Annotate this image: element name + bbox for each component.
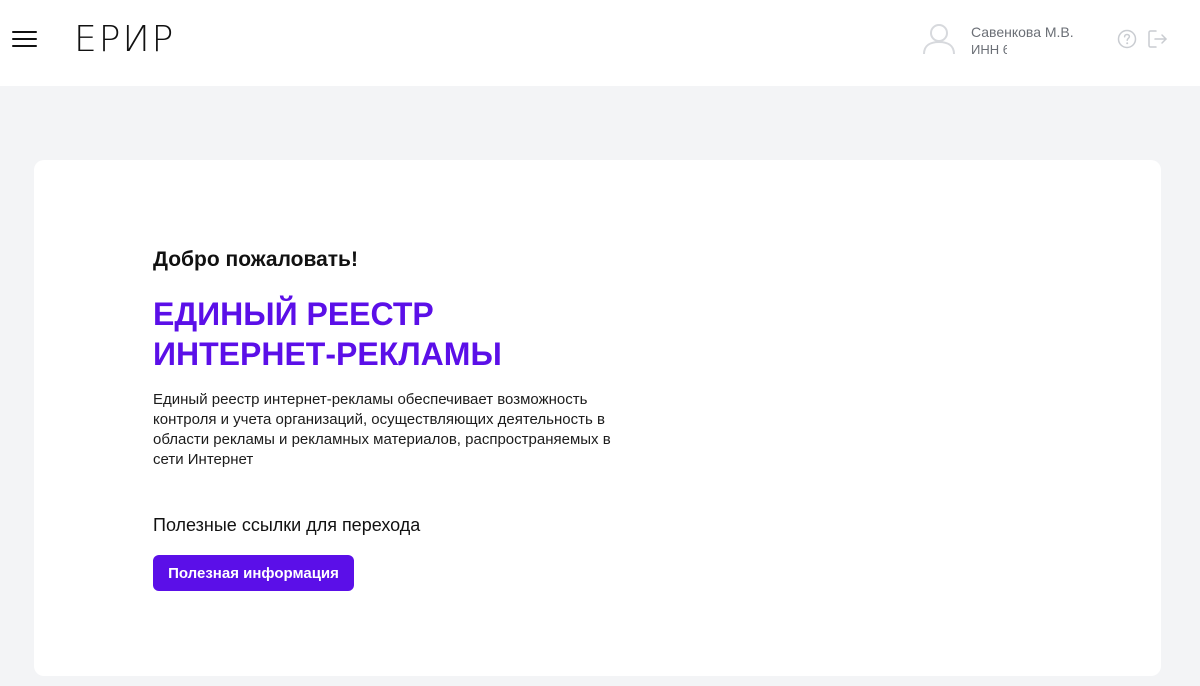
title-line-1: ЕДИНЫЙ РЕЕСТР xyxy=(153,296,434,332)
title-line-2: ИНТЕРНЕТ-РЕКЛАМЫ xyxy=(153,336,502,372)
page-title: ЕДИНЫЙ РЕЕСТР ИНТЕРНЕТ-РЕКЛАМЫ xyxy=(153,294,502,374)
welcome-heading: Добро пожаловать! xyxy=(153,248,358,271)
useful-info-button[interactable]: Полезная информация xyxy=(153,555,354,591)
menu-button[interactable] xyxy=(12,28,38,50)
menu-icon xyxy=(12,31,37,33)
user-inn: ИНН 6 xyxy=(971,42,1007,57)
top-header: ЕРИР Савенкова М.В. ИНН 6 xyxy=(0,0,1200,86)
menu-icon xyxy=(12,45,37,47)
logo[interactable]: ЕРИР xyxy=(74,20,175,60)
welcome-card: Добро пожаловать! ЕДИНЫЙ РЕЕСТР ИНТЕРНЕТ… xyxy=(34,160,1161,676)
useful-links-heading: Полезные ссылки для перехода xyxy=(153,515,421,535)
user-avatar-icon[interactable] xyxy=(920,20,958,58)
help-circle-icon[interactable] xyxy=(1117,29,1137,49)
logout-icon[interactable] xyxy=(1147,29,1169,49)
menu-icon xyxy=(12,38,37,40)
description-text: Единый реестр интернет-рекламы обеспечив… xyxy=(153,391,611,468)
user-name: Савенкова М.В. xyxy=(971,24,1074,40)
